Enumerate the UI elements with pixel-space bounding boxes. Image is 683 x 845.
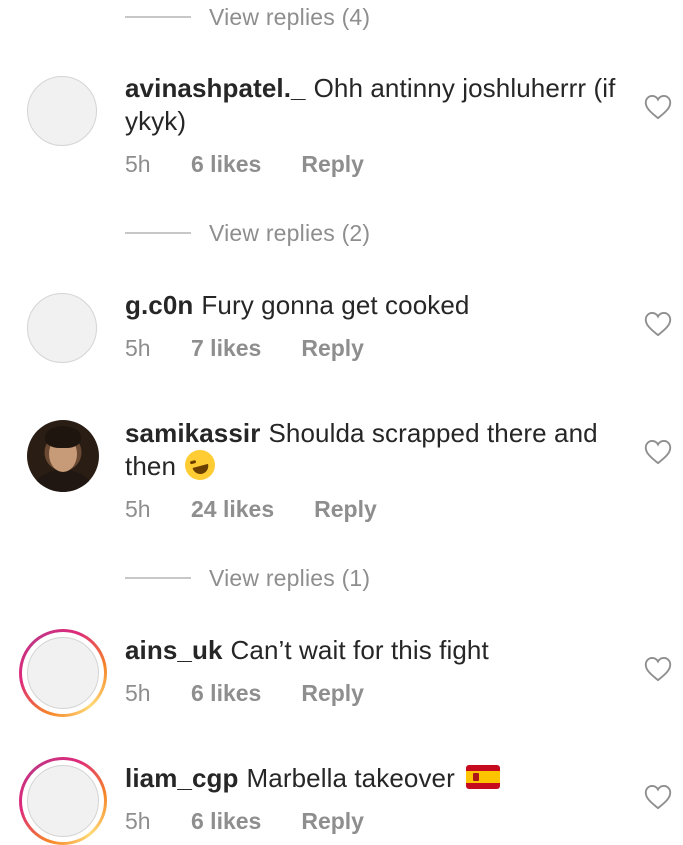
avatar-photo-body bbox=[33, 470, 93, 492]
comment-text: liam_cgp Marbella takeover bbox=[125, 762, 625, 795]
comment-text: g.c0n Fury gonna get cooked bbox=[125, 289, 625, 322]
comment-body: Fury gonna get cooked bbox=[201, 290, 470, 320]
comment-time: 5h bbox=[125, 495, 151, 522]
reply-button[interactable]: Reply bbox=[301, 335, 364, 362]
comment-time: 5h bbox=[125, 150, 151, 177]
divider bbox=[125, 577, 191, 579]
heart-outline-icon[interactable] bbox=[644, 656, 672, 682]
avatar[interactable] bbox=[27, 76, 97, 146]
divider bbox=[125, 232, 191, 234]
rolling-on-floor-laughing-emoji bbox=[181, 446, 219, 484]
comment-likes[interactable]: 6 likes bbox=[191, 151, 261, 178]
avatar-photo-hair bbox=[45, 426, 81, 448]
view-replies-button[interactable]: View replies (2) bbox=[125, 216, 370, 250]
avatar[interactable] bbox=[27, 293, 97, 363]
story-ring[interactable] bbox=[19, 629, 107, 717]
view-replies-button[interactable]: View replies (1) bbox=[125, 561, 370, 595]
comment-text: avinashpatel._ Ohh antinny joshluherrr (i… bbox=[125, 72, 625, 138]
comment-time: 5h bbox=[125, 807, 151, 834]
reply-button[interactable]: Reply bbox=[314, 496, 377, 523]
comment-likes[interactable]: 6 likes bbox=[191, 680, 261, 707]
divider bbox=[125, 16, 191, 18]
avatar bbox=[27, 637, 99, 709]
view-replies-label: View replies (2) bbox=[209, 219, 371, 246]
story-ring-gap bbox=[22, 632, 104, 714]
comment-body: Marbella takeover bbox=[246, 763, 455, 793]
comment-username[interactable]: liam_cgp bbox=[125, 763, 239, 793]
view-replies-button[interactable]: View replies (4) bbox=[125, 0, 370, 34]
heart-outline-icon[interactable] bbox=[644, 311, 672, 337]
comment-meta: 5h 24 likes Reply bbox=[125, 492, 377, 526]
comment-meta: 5h 7 likes Reply bbox=[125, 331, 364, 365]
story-ring[interactable] bbox=[19, 757, 107, 845]
comment-username[interactable]: ains_uk bbox=[125, 635, 223, 665]
view-replies-label: View replies (4) bbox=[209, 3, 371, 30]
comment-body: Can’t wait for this fight bbox=[230, 635, 489, 665]
avatar[interactable] bbox=[27, 420, 99, 492]
comment-username[interactable]: avinashpatel._ bbox=[125, 73, 306, 103]
comment-meta: 5h 6 likes Reply bbox=[125, 676, 364, 710]
reply-button[interactable]: Reply bbox=[301, 151, 364, 178]
comment-likes[interactable]: 7 likes bbox=[191, 335, 261, 362]
comment-username[interactable]: samikassir bbox=[125, 418, 260, 448]
heart-outline-icon[interactable] bbox=[644, 784, 672, 810]
spain-flag-emoji bbox=[466, 765, 501, 789]
view-replies-label: View replies (1) bbox=[209, 564, 371, 591]
avatar bbox=[27, 765, 99, 837]
comment-username[interactable]: g.c0n bbox=[125, 290, 193, 320]
comment-text: ains_uk Can’t wait for this fight bbox=[125, 634, 625, 667]
reply-button[interactable]: Reply bbox=[301, 808, 364, 835]
comment-likes[interactable]: 24 likes bbox=[191, 496, 274, 523]
comment-text: samikassir Shoulda scrapped there and the… bbox=[125, 417, 625, 484]
comment-time: 5h bbox=[125, 334, 151, 361]
story-ring-gap bbox=[22, 760, 104, 842]
heart-outline-icon[interactable] bbox=[644, 94, 672, 120]
heart-outline-icon[interactable] bbox=[644, 439, 672, 465]
comment-meta: 5h 6 likes Reply bbox=[125, 147, 364, 181]
comment-likes[interactable]: 6 likes bbox=[191, 808, 261, 835]
reply-button[interactable]: Reply bbox=[301, 680, 364, 707]
comment-time: 5h bbox=[125, 679, 151, 706]
